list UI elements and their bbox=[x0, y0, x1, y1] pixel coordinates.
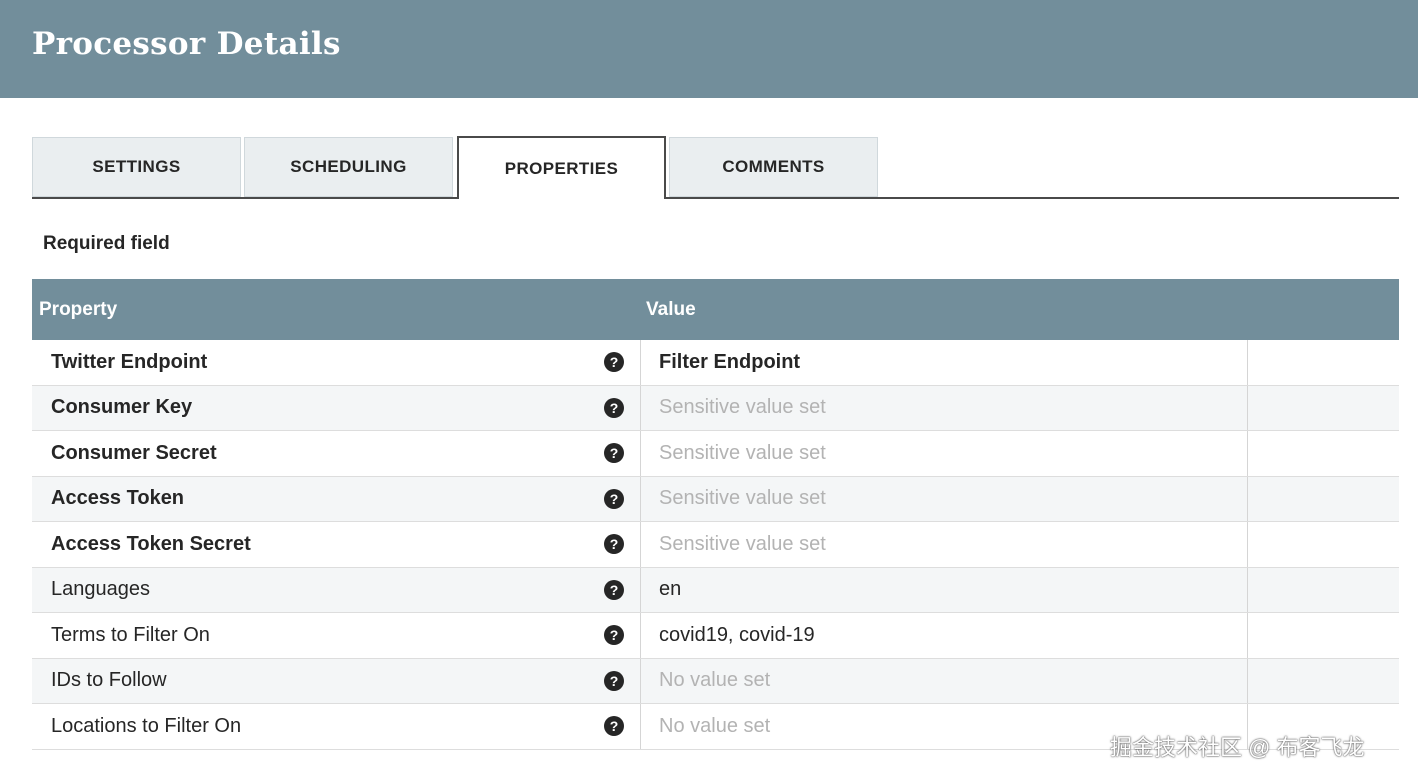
tab-scheduling[interactable]: SCHEDULING bbox=[244, 137, 453, 197]
required-field-label: Required field bbox=[43, 233, 170, 254]
table-body: Twitter Endpoint? Filter Endpoint Consumer… bbox=[32, 340, 1399, 750]
property-value[interactable]: Sensitive value set bbox=[659, 431, 826, 476]
column-divider bbox=[1247, 340, 1248, 385]
table-row[interactable]: Terms to Filter On? covid19, covid-19 bbox=[32, 613, 1399, 659]
column-divider bbox=[1247, 431, 1248, 476]
tab-bar-underline bbox=[32, 197, 1399, 199]
column-divider bbox=[1247, 385, 1248, 430]
column-divider bbox=[640, 431, 641, 476]
help-icon[interactable]: ? bbox=[604, 397, 624, 418]
property-name: Terms to Filter On bbox=[51, 623, 210, 646]
property-value[interactable]: No value set bbox=[659, 659, 770, 704]
help-icon[interactable]: ? bbox=[604, 716, 624, 736]
tab-bar: SETTINGS SCHEDULING PROPERTIES COMMENTS bbox=[32, 136, 1399, 199]
column-divider bbox=[1247, 522, 1248, 567]
help-icon[interactable]: ? bbox=[604, 625, 624, 645]
watermark-text: 掘金技术社区 @ 布客飞龙 bbox=[1110, 735, 1365, 760]
property-value[interactable]: Filter Endpoint bbox=[659, 340, 800, 385]
table-row[interactable]: Consumer Key? Sensitive value set bbox=[32, 385, 1399, 431]
column-divider bbox=[640, 704, 641, 749]
help-icon[interactable]: ? bbox=[604, 534, 624, 554]
help-icon[interactable]: ? bbox=[604, 670, 624, 691]
property-name: Languages bbox=[51, 578, 150, 601]
properties-table: Property Value Twitter Endpoint? Filter E… bbox=[32, 279, 1399, 750]
column-divider bbox=[640, 522, 641, 567]
table-row[interactable]: IDs to Follow? No value set bbox=[32, 658, 1399, 704]
tab-settings[interactable]: SETTINGS bbox=[32, 137, 241, 197]
table-row[interactable]: Access Token Secret? Sensitive value set bbox=[32, 522, 1399, 568]
column-divider bbox=[640, 340, 641, 385]
property-value[interactable]: No value set bbox=[659, 704, 770, 749]
dialog-header: Processor Details bbox=[0, 0, 1418, 98]
property-value[interactable]: Sensitive value set bbox=[659, 477, 826, 522]
property-name: Consumer Key bbox=[51, 396, 193, 419]
help-icon[interactable]: ? bbox=[604, 352, 624, 372]
column-divider bbox=[640, 658, 641, 703]
column-divider bbox=[1247, 613, 1248, 658]
dialog-title: Processor Details bbox=[32, 26, 341, 62]
property-value[interactable]: Sensitive value set bbox=[659, 522, 826, 567]
property-name: Twitter Endpoint bbox=[51, 350, 208, 373]
table-row[interactable]: Access Token? Sensitive value set bbox=[32, 476, 1399, 522]
property-name: Locations to Filter On bbox=[51, 714, 242, 737]
column-header-property[interactable]: Property bbox=[39, 279, 117, 340]
tab-properties[interactable]: PROPERTIES bbox=[457, 136, 666, 199]
property-value[interactable]: covid19, covid-19 bbox=[659, 613, 815, 658]
column-divider bbox=[640, 385, 641, 430]
column-divider bbox=[640, 567, 641, 612]
table-header: Property Value bbox=[32, 279, 1399, 340]
help-icon[interactable]: ? bbox=[604, 488, 624, 509]
column-divider bbox=[640, 613, 641, 658]
property-name: IDs to Follow bbox=[51, 669, 167, 692]
property-name: Access Token Secret bbox=[51, 532, 251, 555]
tab-comments[interactable]: COMMENTS bbox=[669, 137, 878, 197]
property-name: Access Token bbox=[51, 487, 185, 510]
property-value[interactable]: en bbox=[659, 568, 681, 613]
property-name: Consumer Secret bbox=[51, 441, 217, 464]
column-divider bbox=[1247, 567, 1248, 612]
help-icon[interactable]: ? bbox=[604, 443, 624, 463]
column-header-value[interactable]: Value bbox=[646, 279, 696, 340]
table-row[interactable]: Consumer Secret? Sensitive value set bbox=[32, 431, 1399, 477]
table-row[interactable]: Twitter Endpoint? Filter Endpoint bbox=[32, 340, 1399, 386]
help-icon[interactable]: ? bbox=[604, 579, 624, 600]
column-divider bbox=[1247, 658, 1248, 703]
column-divider bbox=[640, 476, 641, 521]
table-row[interactable]: Languages? en bbox=[32, 567, 1399, 613]
property-value[interactable]: Sensitive value set bbox=[659, 386, 826, 431]
column-divider bbox=[1247, 476, 1248, 521]
